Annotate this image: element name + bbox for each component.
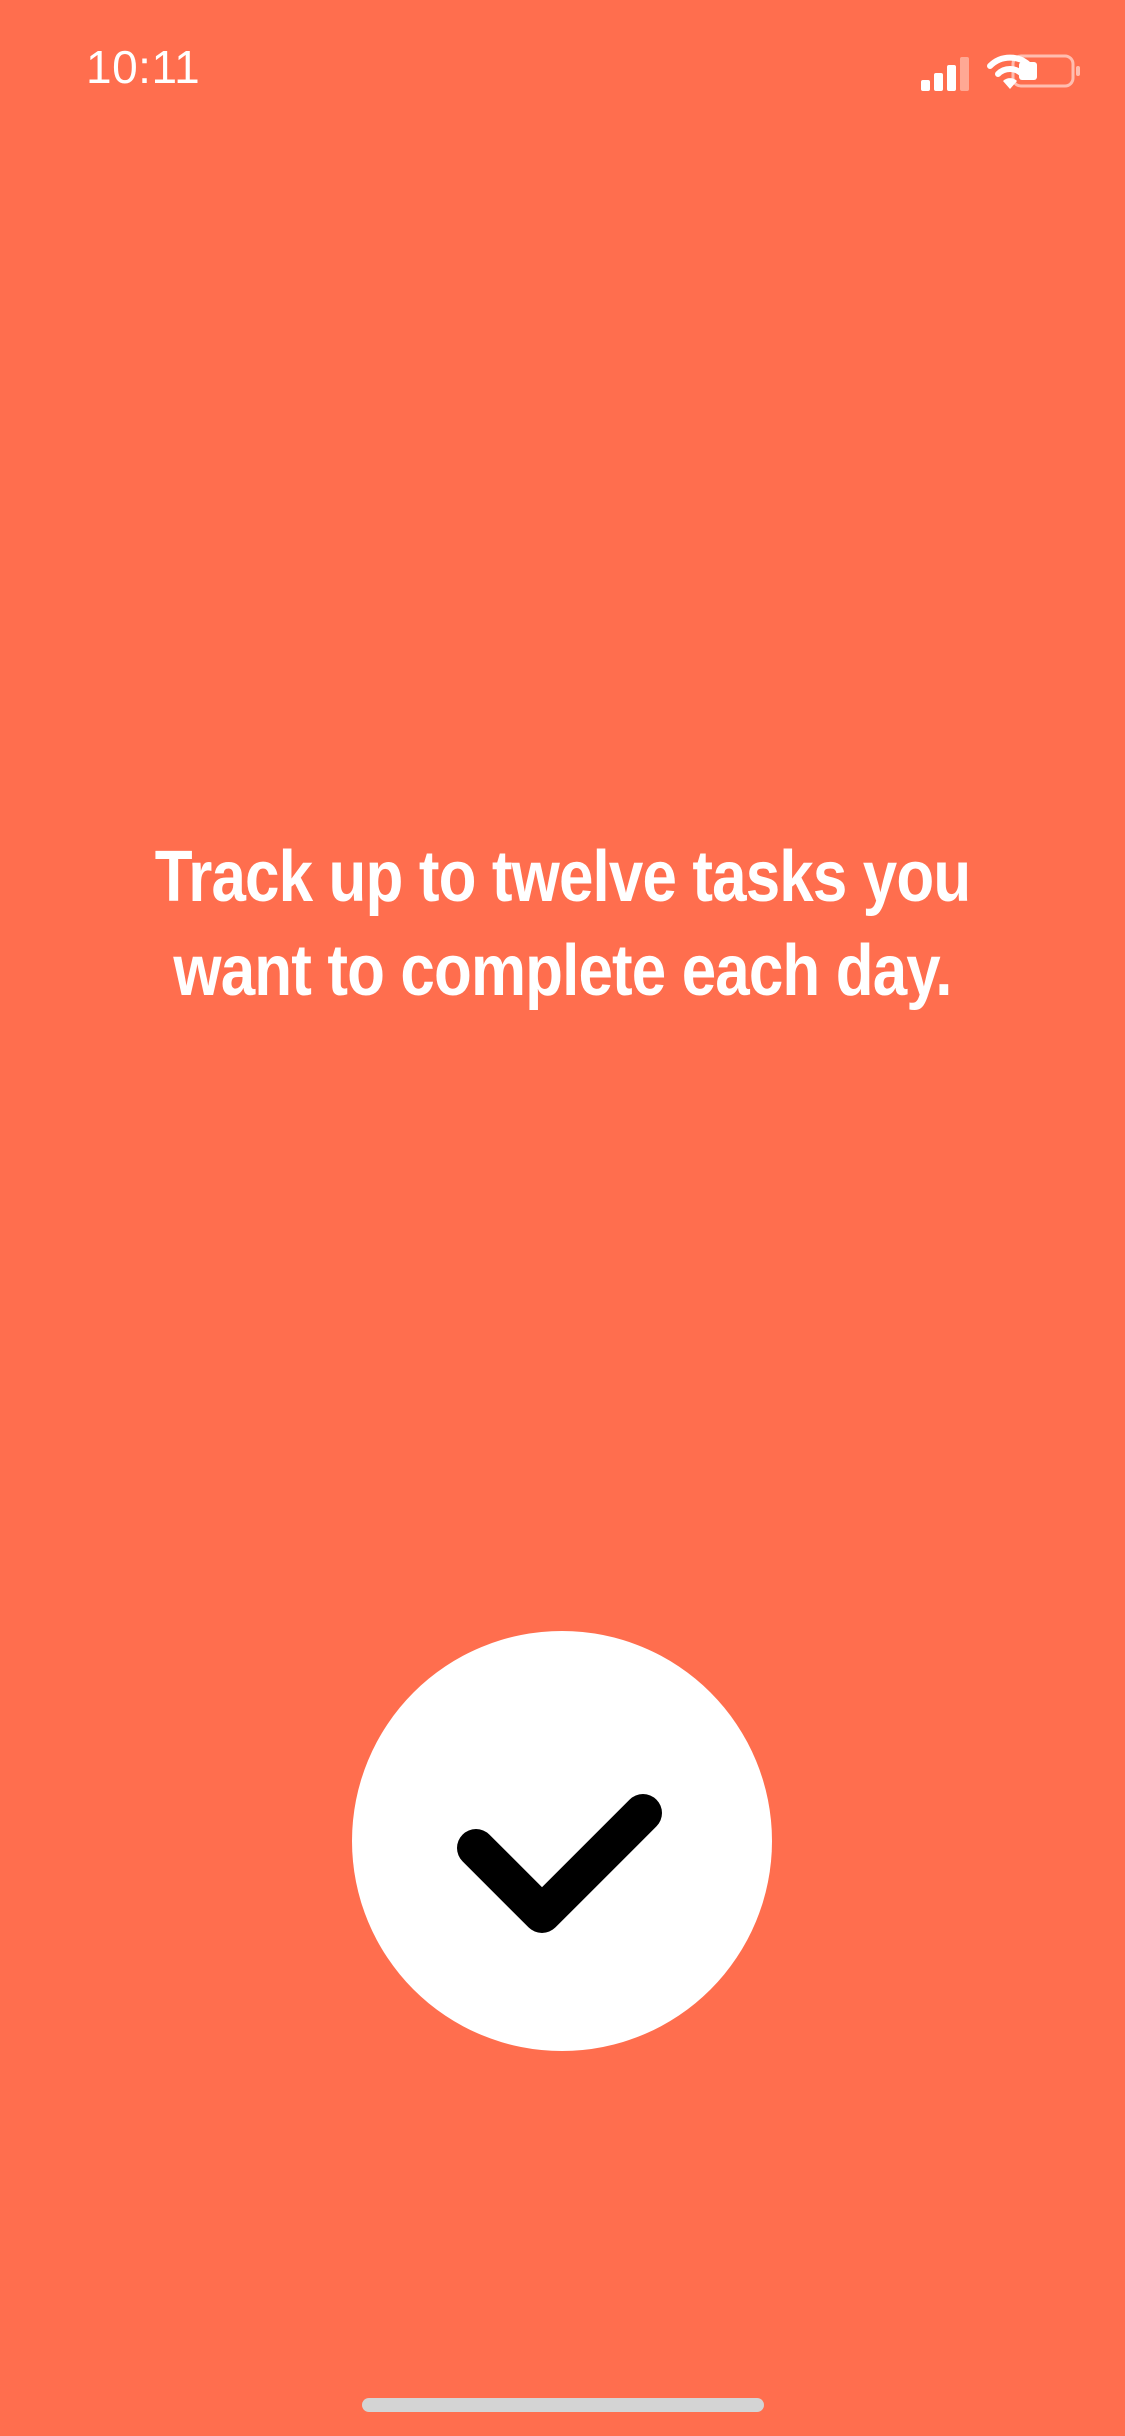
status-icons xyxy=(883,48,1083,92)
cellular-signal-icon xyxy=(921,57,969,91)
status-time: 10:11 xyxy=(86,41,201,93)
status-bar: 10:11 xyxy=(0,0,1125,140)
onboarding-message: Track up to twelve tasks you want to com… xyxy=(154,837,971,1011)
checkmark-icon xyxy=(457,1794,662,1933)
battery-icon xyxy=(1011,54,1080,88)
complete-task-button[interactable] xyxy=(352,1631,772,2051)
home-indicator[interactable] xyxy=(362,2398,764,2412)
onboarding-screen: 10:11 Track up to twelve tasks you want … xyxy=(0,0,1125,2436)
